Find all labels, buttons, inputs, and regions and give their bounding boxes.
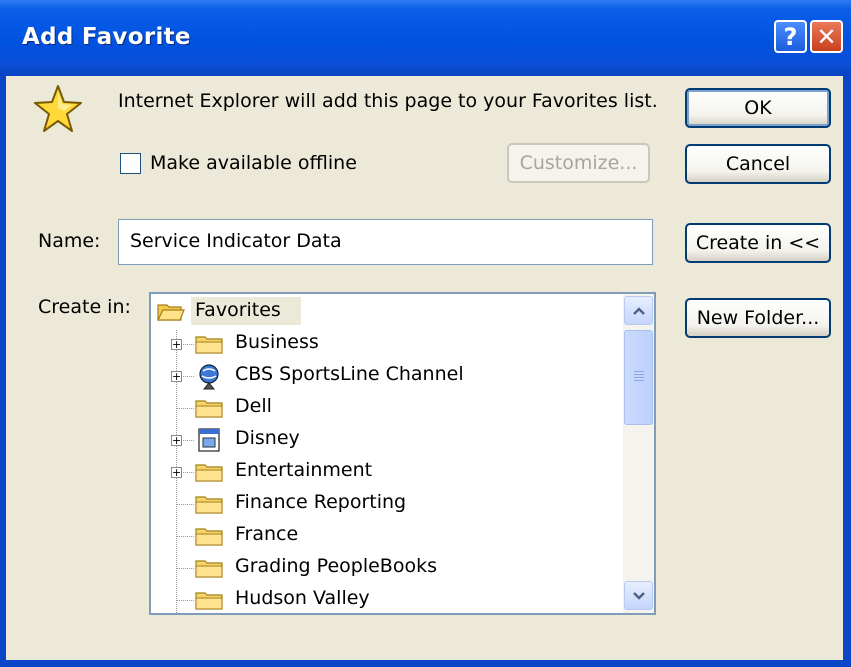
tree-item-business[interactable]: + Business bbox=[151, 328, 621, 360]
scroll-up-button[interactable] bbox=[624, 296, 653, 325]
folder-icon bbox=[195, 400, 223, 418]
tree-root-favorites[interactable]: Favorites bbox=[151, 296, 621, 328]
folder-icon bbox=[195, 496, 223, 514]
tree-scrollbar[interactable] bbox=[623, 294, 654, 613]
favorites-star-icon bbox=[34, 85, 82, 132]
info-message: Internet Explorer will add this page to … bbox=[118, 90, 658, 112]
close-button[interactable]: ✕ bbox=[810, 20, 843, 53]
scroll-thumb[interactable] bbox=[624, 330, 653, 425]
tree-item-hudson-valley[interactable]: Hudson Valley bbox=[151, 584, 621, 613]
name-label: Name: bbox=[38, 230, 101, 252]
tree-item-label: France bbox=[235, 523, 299, 545]
chevron-up-icon bbox=[632, 306, 645, 315]
title-bar[interactable]: Add Favorite ? ✕ bbox=[0, 0, 851, 76]
folder-icon bbox=[195, 464, 223, 482]
tree-item-label: Dell bbox=[235, 395, 272, 417]
dialog-title: Add Favorite bbox=[22, 24, 191, 50]
tree-item-label: Business bbox=[235, 331, 319, 353]
make-offline-label[interactable]: Make available offline bbox=[150, 152, 357, 174]
scroll-down-button[interactable] bbox=[624, 581, 653, 610]
tree-item-label: Disney bbox=[235, 427, 300, 449]
create-in-label: Create in: bbox=[38, 296, 131, 318]
cancel-button[interactable]: Cancel bbox=[685, 144, 831, 184]
folder-icon bbox=[195, 560, 223, 578]
folder-tree[interactable]: Favorites + Business + CBS SportsLine Ch… bbox=[149, 292, 656, 615]
tree-item-label: Finance Reporting bbox=[235, 491, 407, 513]
chevron-down-icon bbox=[632, 591, 645, 600]
tree-item-finance-reporting[interactable]: Finance Reporting bbox=[151, 488, 621, 520]
tree-item-disney[interactable]: + Disney bbox=[151, 424, 621, 456]
tree-item-label: CBS SportsLine Channel bbox=[235, 363, 464, 385]
expand-disney[interactable]: + bbox=[171, 435, 182, 446]
customize-button[interactable]: Customize... bbox=[507, 143, 650, 183]
tree-item-label: Grading PeopleBooks bbox=[235, 555, 437, 577]
tree-item-france[interactable]: France bbox=[151, 520, 621, 552]
create-in-button[interactable]: Create in << bbox=[685, 223, 831, 263]
tree-item-label: Hudson Valley bbox=[235, 587, 370, 609]
tree-item-label: Entertainment bbox=[235, 459, 373, 481]
expand-business[interactable]: + bbox=[171, 339, 182, 350]
tree-item-cbs-sportsline[interactable]: + CBS SportsLine Channel bbox=[151, 360, 621, 392]
expand-entertainment[interactable]: + bbox=[171, 467, 182, 478]
tree-item-dell[interactable]: Dell bbox=[151, 392, 621, 424]
folder-icon bbox=[195, 592, 223, 610]
ok-button[interactable]: OK bbox=[685, 88, 831, 128]
add-favorite-dialog: Add Favorite ? ✕ Internet Explorer will … bbox=[0, 0, 851, 667]
channel-icon bbox=[199, 364, 219, 390]
channel-page-icon bbox=[198, 428, 220, 452]
folder-icon bbox=[195, 336, 223, 354]
dialog-body: Internet Explorer will add this page to … bbox=[6, 76, 843, 660]
tree-item-entertainment[interactable]: + Entertainment bbox=[151, 456, 621, 488]
folder-icon bbox=[195, 528, 223, 546]
make-offline-checkbox[interactable] bbox=[120, 153, 141, 174]
new-folder-button[interactable]: New Folder... bbox=[685, 298, 831, 338]
tree-item-grading-peoplebooks[interactable]: Grading PeopleBooks bbox=[151, 552, 621, 584]
expand-cbs[interactable]: + bbox=[171, 371, 182, 382]
help-button[interactable]: ? bbox=[774, 20, 807, 53]
name-field[interactable]: Service Indicator Data bbox=[118, 219, 653, 265]
open-folder-icon bbox=[157, 304, 185, 321]
tree-root-label: Favorites bbox=[195, 299, 281, 321]
